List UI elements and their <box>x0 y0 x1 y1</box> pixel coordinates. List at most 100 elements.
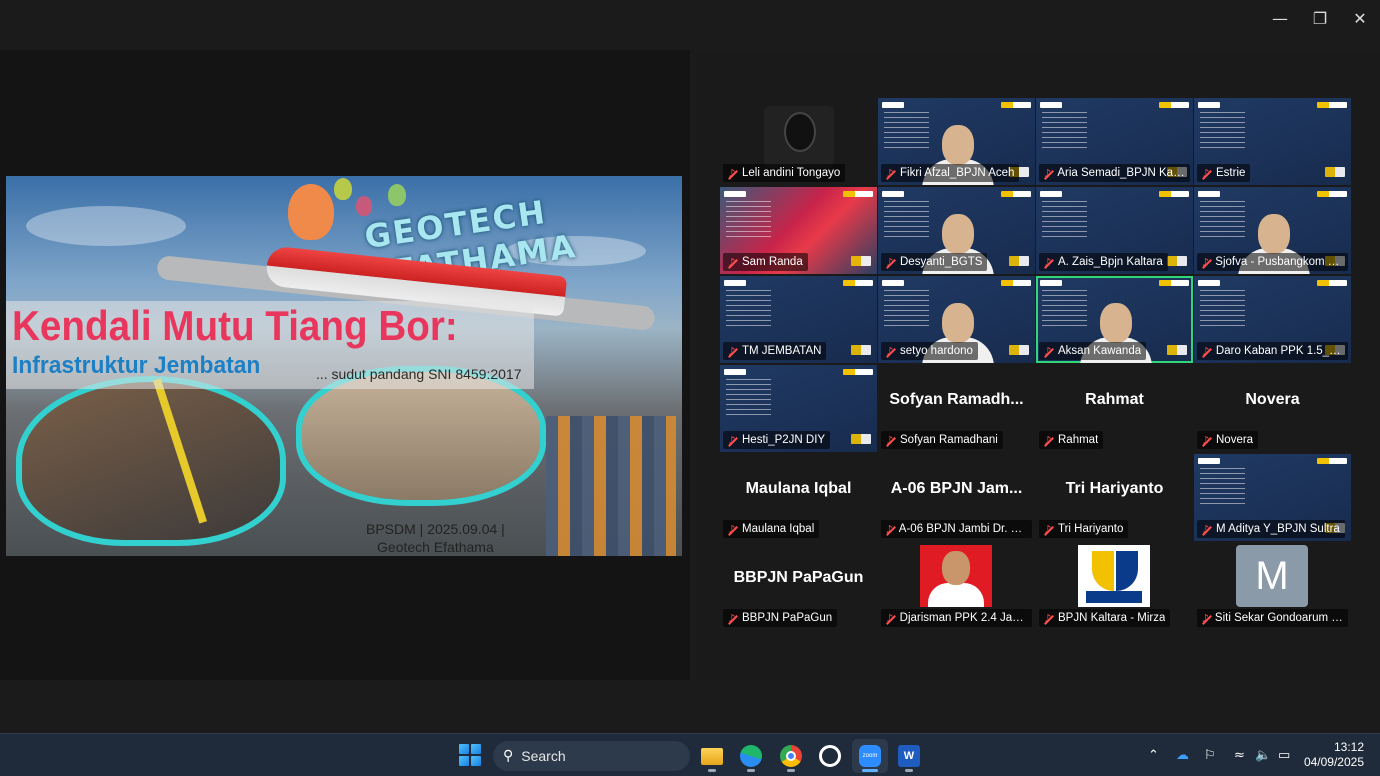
muted-mic-icon: ♪ <box>1200 523 1212 536</box>
muted-mic-icon: ♪ <box>1200 256 1211 269</box>
participant-tile[interactable]: Novera ♪ Novera <box>1194 365 1351 452</box>
participant-tile[interactable]: A-06 BPJN Jam... ♪ A-06 BPJN Jambi Dr. Ded… <box>878 454 1035 541</box>
participant-name: Djarisman PPK 2.4 Jambi <box>899 612 1027 624</box>
participant-photo <box>920 545 992 607</box>
participant-tile[interactable]: ♪ A. Zais_Bpjn Kaltara <box>1036 187 1193 274</box>
participant-tile[interactable]: ♪ Hesti_P2JN DIY <box>720 365 877 452</box>
minimize-icon[interactable]: — <box>1260 0 1300 36</box>
restore-icon[interactable]: ❐ <box>1300 0 1340 36</box>
participant-nametag: ♪ Djarisman PPK 2.4 Jambi <box>881 609 1032 627</box>
zoom-icon[interactable]: zoom <box>852 739 888 773</box>
taskbar-search[interactable]: ⚲ Search <box>493 741 690 771</box>
participant-name: Aria Semadi_BPJN Kalbar <box>1057 167 1185 179</box>
participant-display-name: Tri Hariyanto <box>1065 480 1164 497</box>
participant-nametag: ♪ Fikri Afzal_BPJN Aceh <box>881 164 1020 182</box>
chrome-icon[interactable] <box>773 739 809 773</box>
onedrive-icon[interactable]: ☁ <box>1176 734 1189 776</box>
participant-nametag: ♪ Sjofva - Pusbangkom BP... <box>1197 253 1348 271</box>
participant-tile[interactable]: Sofyan Ramadh... ♪ Sofyan Ramadhani <box>878 365 1035 452</box>
participant-tile[interactable]: Maulana Iqbal ♪ Maulana Iqbal <box>720 454 877 541</box>
participant-name: BBPJN PaPaGun <box>742 612 833 624</box>
participant-tile[interactable]: ♪ Daro Kaban PPK 1.5_Jbi <box>1194 276 1351 363</box>
participant-display-name: Novera <box>1245 391 1300 408</box>
wifi-icon[interactable]: ≈ <box>1234 734 1245 776</box>
participant-nametag: ♪ Leli andini Tongayo <box>723 164 846 182</box>
participant-tile[interactable]: ♪ Aria Semadi_BPJN Kalbar <box>1036 98 1193 185</box>
participant-name: Desyanti_BGTS <box>900 256 983 268</box>
edge-icon[interactable] <box>733 739 769 773</box>
muted-mic-icon: ♪ <box>1042 612 1054 625</box>
participant-nametag: ♪ Desyanti_BGTS <box>881 253 988 271</box>
muted-mic-icon: ♪ <box>726 167 738 180</box>
participant-nametag: ♪ Aria Semadi_BPJN Kalbar <box>1039 164 1190 182</box>
participant-tile[interactable]: ♪ setyo hardono <box>878 276 1035 363</box>
participant-tile[interactable]: Rahmat ♪ Rahmat <box>1036 365 1193 452</box>
participant-nametag: ♪ Tri Hariyanto <box>1039 520 1129 538</box>
muted-mic-icon: ♪ <box>1042 345 1054 358</box>
participant-tile[interactable]: ♪ Djarisman PPK 2.4 Jambi <box>878 543 1035 630</box>
clock-date: 04/09/2025 <box>1303 755 1364 769</box>
participant-tile[interactable]: ♪ M Aditya Y_BPJN Sultra <box>1194 454 1351 541</box>
participant-nametag: ♪ Sam Randa <box>723 253 808 271</box>
participant-name: A-06 BPJN Jambi Dr. Ded... <box>898 523 1027 535</box>
participant-display-name: Maulana Iqbal <box>745 480 852 497</box>
pu-logo-avatar <box>1078 545 1150 607</box>
close-icon[interactable]: ✕ <box>1340 0 1380 36</box>
participant-nametag: ♪ setyo hardono <box>881 342 978 360</box>
word-icon[interactable]: W <box>891 739 927 773</box>
participant-name: Rahmat <box>1058 434 1099 446</box>
participant-nametag: ♪ Sofyan Ramadhani <box>881 431 1003 449</box>
muted-mic-icon: ♪ <box>1042 523 1054 536</box>
participant-display-name: Sofyan Ramadh... <box>889 391 1024 408</box>
muted-mic-icon: ♪ <box>884 345 896 358</box>
participant-tile[interactable]: ♪ Desyanti_BGTS <box>878 187 1035 274</box>
participant-tile[interactable]: ♪ Sam Randa <box>720 187 877 274</box>
participant-name: Leli andini Tongayo <box>742 167 841 179</box>
participant-nametag: ♪ BBPJN PaPaGun <box>723 609 838 627</box>
muted-mic-icon: ♪ <box>726 523 738 536</box>
muted-mic-icon: ♪ <box>726 434 738 447</box>
participant-tile[interactable]: ♪ Estrie <box>1194 98 1351 185</box>
muted-mic-icon: ♪ <box>1200 167 1212 180</box>
participant-tile[interactable]: ♪ TM JEMBATAN <box>720 276 877 363</box>
participant-tile[interactable]: ♪ Sjofva - Pusbangkom BP... <box>1194 187 1351 274</box>
participant-nametag: ♪ Rahmat <box>1039 431 1104 449</box>
participant-name: Sofyan Ramadhani <box>900 434 998 446</box>
participant-nametag: ♪ M Aditya Y_BPJN Sultra <box>1197 520 1345 538</box>
volume-icon[interactable]: 🔈 <box>1255 734 1271 776</box>
participant-name: Hesti_P2JN DIY <box>742 434 826 446</box>
participant-nametag: ♪ Hesti_P2JN DIY <box>723 431 831 449</box>
shared-screen-panel: GEOTECH EFATHAMA Kendali Mutu Tiang Bor:… <box>0 50 690 680</box>
location-icon[interactable]: ⚐ <box>1204 734 1216 776</box>
participant-nametag: ♪ Novera <box>1197 431 1259 449</box>
participant-nametag: ♪ TM JEMBATAN <box>723 342 827 360</box>
participant-tile[interactable]: BBPJN PaPaGun ♪ BBPJN PaPaGun <box>720 543 877 630</box>
muted-mic-icon: ♪ <box>726 345 738 358</box>
participant-tile[interactable]: M ♪ Siti Sekar Gondoarum - B... <box>1194 543 1351 630</box>
participant-tile[interactable]: ♪ Leli andini Tongayo <box>720 98 877 185</box>
participant-nametag: ♪ Aksan Kawanda <box>1039 342 1147 360</box>
participant-tile[interactable]: ♪ BPJN Kaltara - Mirza <box>1036 543 1193 630</box>
muted-mic-icon: ♪ <box>726 256 738 269</box>
chevron-up-icon[interactable]: ⌃ <box>1148 734 1159 776</box>
muted-mic-icon: ♪ <box>884 167 896 180</box>
file-explorer-icon[interactable] <box>694 739 730 773</box>
participant-name: BPJN Kaltara - Mirza <box>1058 612 1166 624</box>
whatsapp-icon[interactable] <box>812 739 848 773</box>
participant-name: A. Zais_Bpjn Kaltara <box>1058 256 1163 268</box>
muted-mic-icon: ♪ <box>1201 611 1209 625</box>
participant-name: Estrie <box>1216 167 1246 179</box>
battery-icon[interactable]: ▭ <box>1278 734 1290 776</box>
system-clock[interactable]: 13:12 04/09/2025 <box>1304 740 1364 770</box>
participant-name: TM JEMBATAN <box>742 345 822 357</box>
participant-tile[interactable]: Tri Hariyanto ♪ Tri Hariyanto <box>1036 454 1193 541</box>
participant-nametag: ♪ Maulana Iqbal <box>723 520 820 538</box>
participant-tile[interactable]: ♪ Aksan Kawanda <box>1036 276 1193 363</box>
participant-photo <box>764 106 834 168</box>
slide-tagline: ... sudut pandang SNI 8459:2017 <box>316 366 522 382</box>
participant-name: Aksan Kawanda <box>1058 345 1142 357</box>
participant-nametag: ♪ A. Zais_Bpjn Kaltara <box>1039 253 1168 271</box>
muted-mic-icon: ♪ <box>885 522 893 536</box>
windows-start-icon[interactable] <box>459 744 481 766</box>
participant-tile[interactable]: ♪ Fikri Afzal_BPJN Aceh <box>878 98 1035 185</box>
